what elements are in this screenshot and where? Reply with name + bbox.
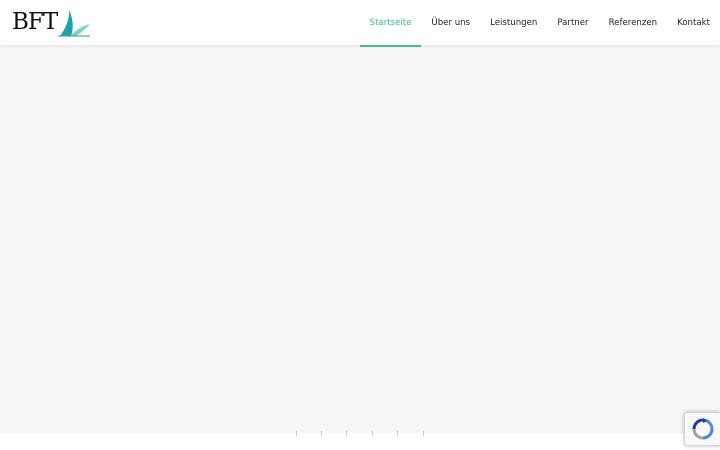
main-nav: Startseite Über uns Leistungen Partner R… — [359, 0, 720, 47]
site-logo[interactable]: BFT — [12, 8, 90, 38]
slider-dot[interactable] — [372, 431, 373, 436]
slider-pagination — [296, 431, 426, 437]
nav-item-ueber-uns[interactable]: Über uns — [421, 0, 480, 45]
nav-item-leistungen[interactable]: Leistungen — [480, 0, 547, 45]
logo-text: BFT — [12, 9, 58, 35]
site-header: BFT Startseite Über uns Leistungen Partn… — [0, 0, 720, 47]
slider-dot[interactable] — [296, 431, 297, 436]
recaptcha-badge[interactable] — [684, 412, 720, 446]
nav-item-partner[interactable]: Partner — [547, 0, 598, 45]
logo-sail-icon — [58, 10, 90, 37]
page: BFT Startseite Über uns Leistungen Partn… — [0, 0, 720, 450]
nav-item-label: Leistungen — [490, 17, 538, 28]
nav-item-label: Referenzen — [608, 17, 658, 28]
hero-slider — [0, 45, 720, 433]
nav-item-label: Startseite — [369, 17, 412, 28]
nav-item-referenzen[interactable]: Referenzen — [599, 0, 668, 45]
nav-item-kontakt[interactable]: Kontakt — [667, 0, 720, 45]
nav-item-label: Kontakt — [677, 17, 710, 28]
nav-item-label: Über uns — [431, 17, 471, 28]
slider-dot[interactable] — [397, 431, 398, 436]
nav-item-label: Partner — [557, 17, 589, 28]
slider-dot[interactable] — [423, 431, 424, 436]
recaptcha-icon — [692, 418, 713, 440]
slider-dot[interactable] — [346, 431, 347, 436]
slider-dot[interactable] — [321, 431, 322, 436]
nav-item-startseite[interactable]: Startseite — [359, 0, 422, 47]
